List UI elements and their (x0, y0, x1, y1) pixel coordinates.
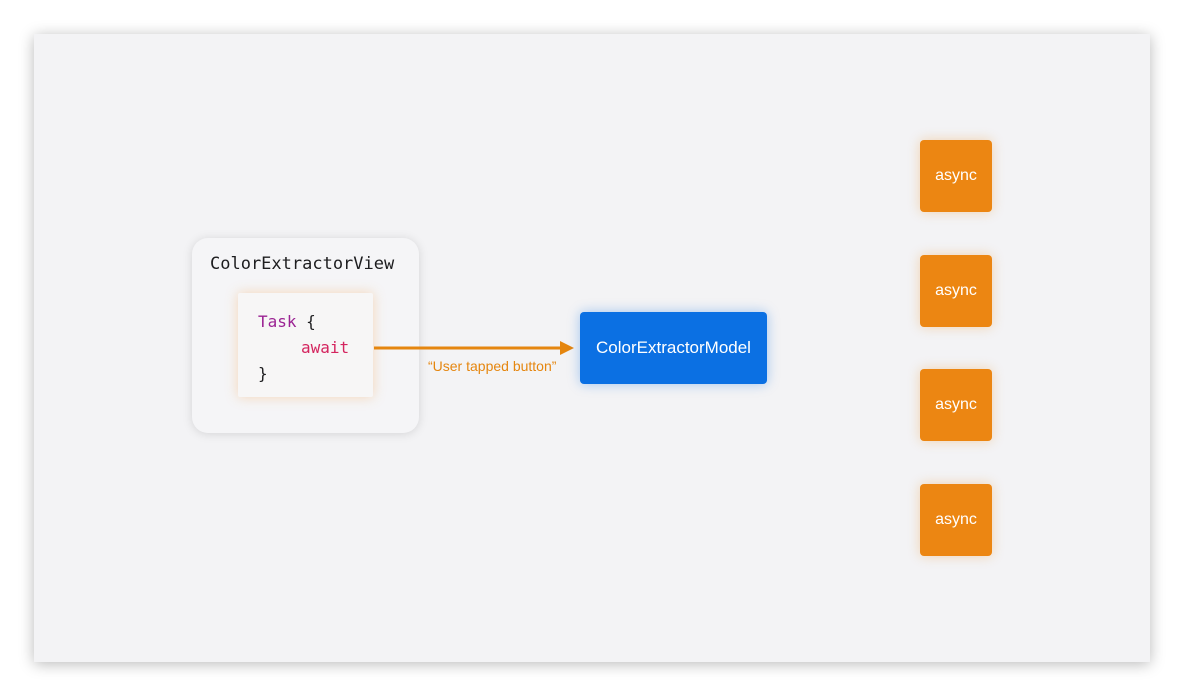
task-keyword: Task (258, 312, 297, 331)
async-box-4: async (920, 484, 992, 556)
async-box-3: async (920, 369, 992, 441)
view-title: ColorExtractorView (210, 254, 395, 274)
code-line-await: await (301, 338, 349, 358)
await-keyword: await (301, 338, 350, 357)
code-line-close: } (258, 364, 268, 384)
open-brace: { (296, 312, 316, 331)
close-brace: } (258, 364, 268, 383)
color-extractor-model-box: ColorExtractorModel (580, 312, 767, 384)
async-box-2: async (920, 255, 992, 327)
async-box-1: async (920, 140, 992, 212)
code-line-task: Task { (258, 312, 316, 332)
arrow-label: “User tapped button” (428, 358, 557, 374)
